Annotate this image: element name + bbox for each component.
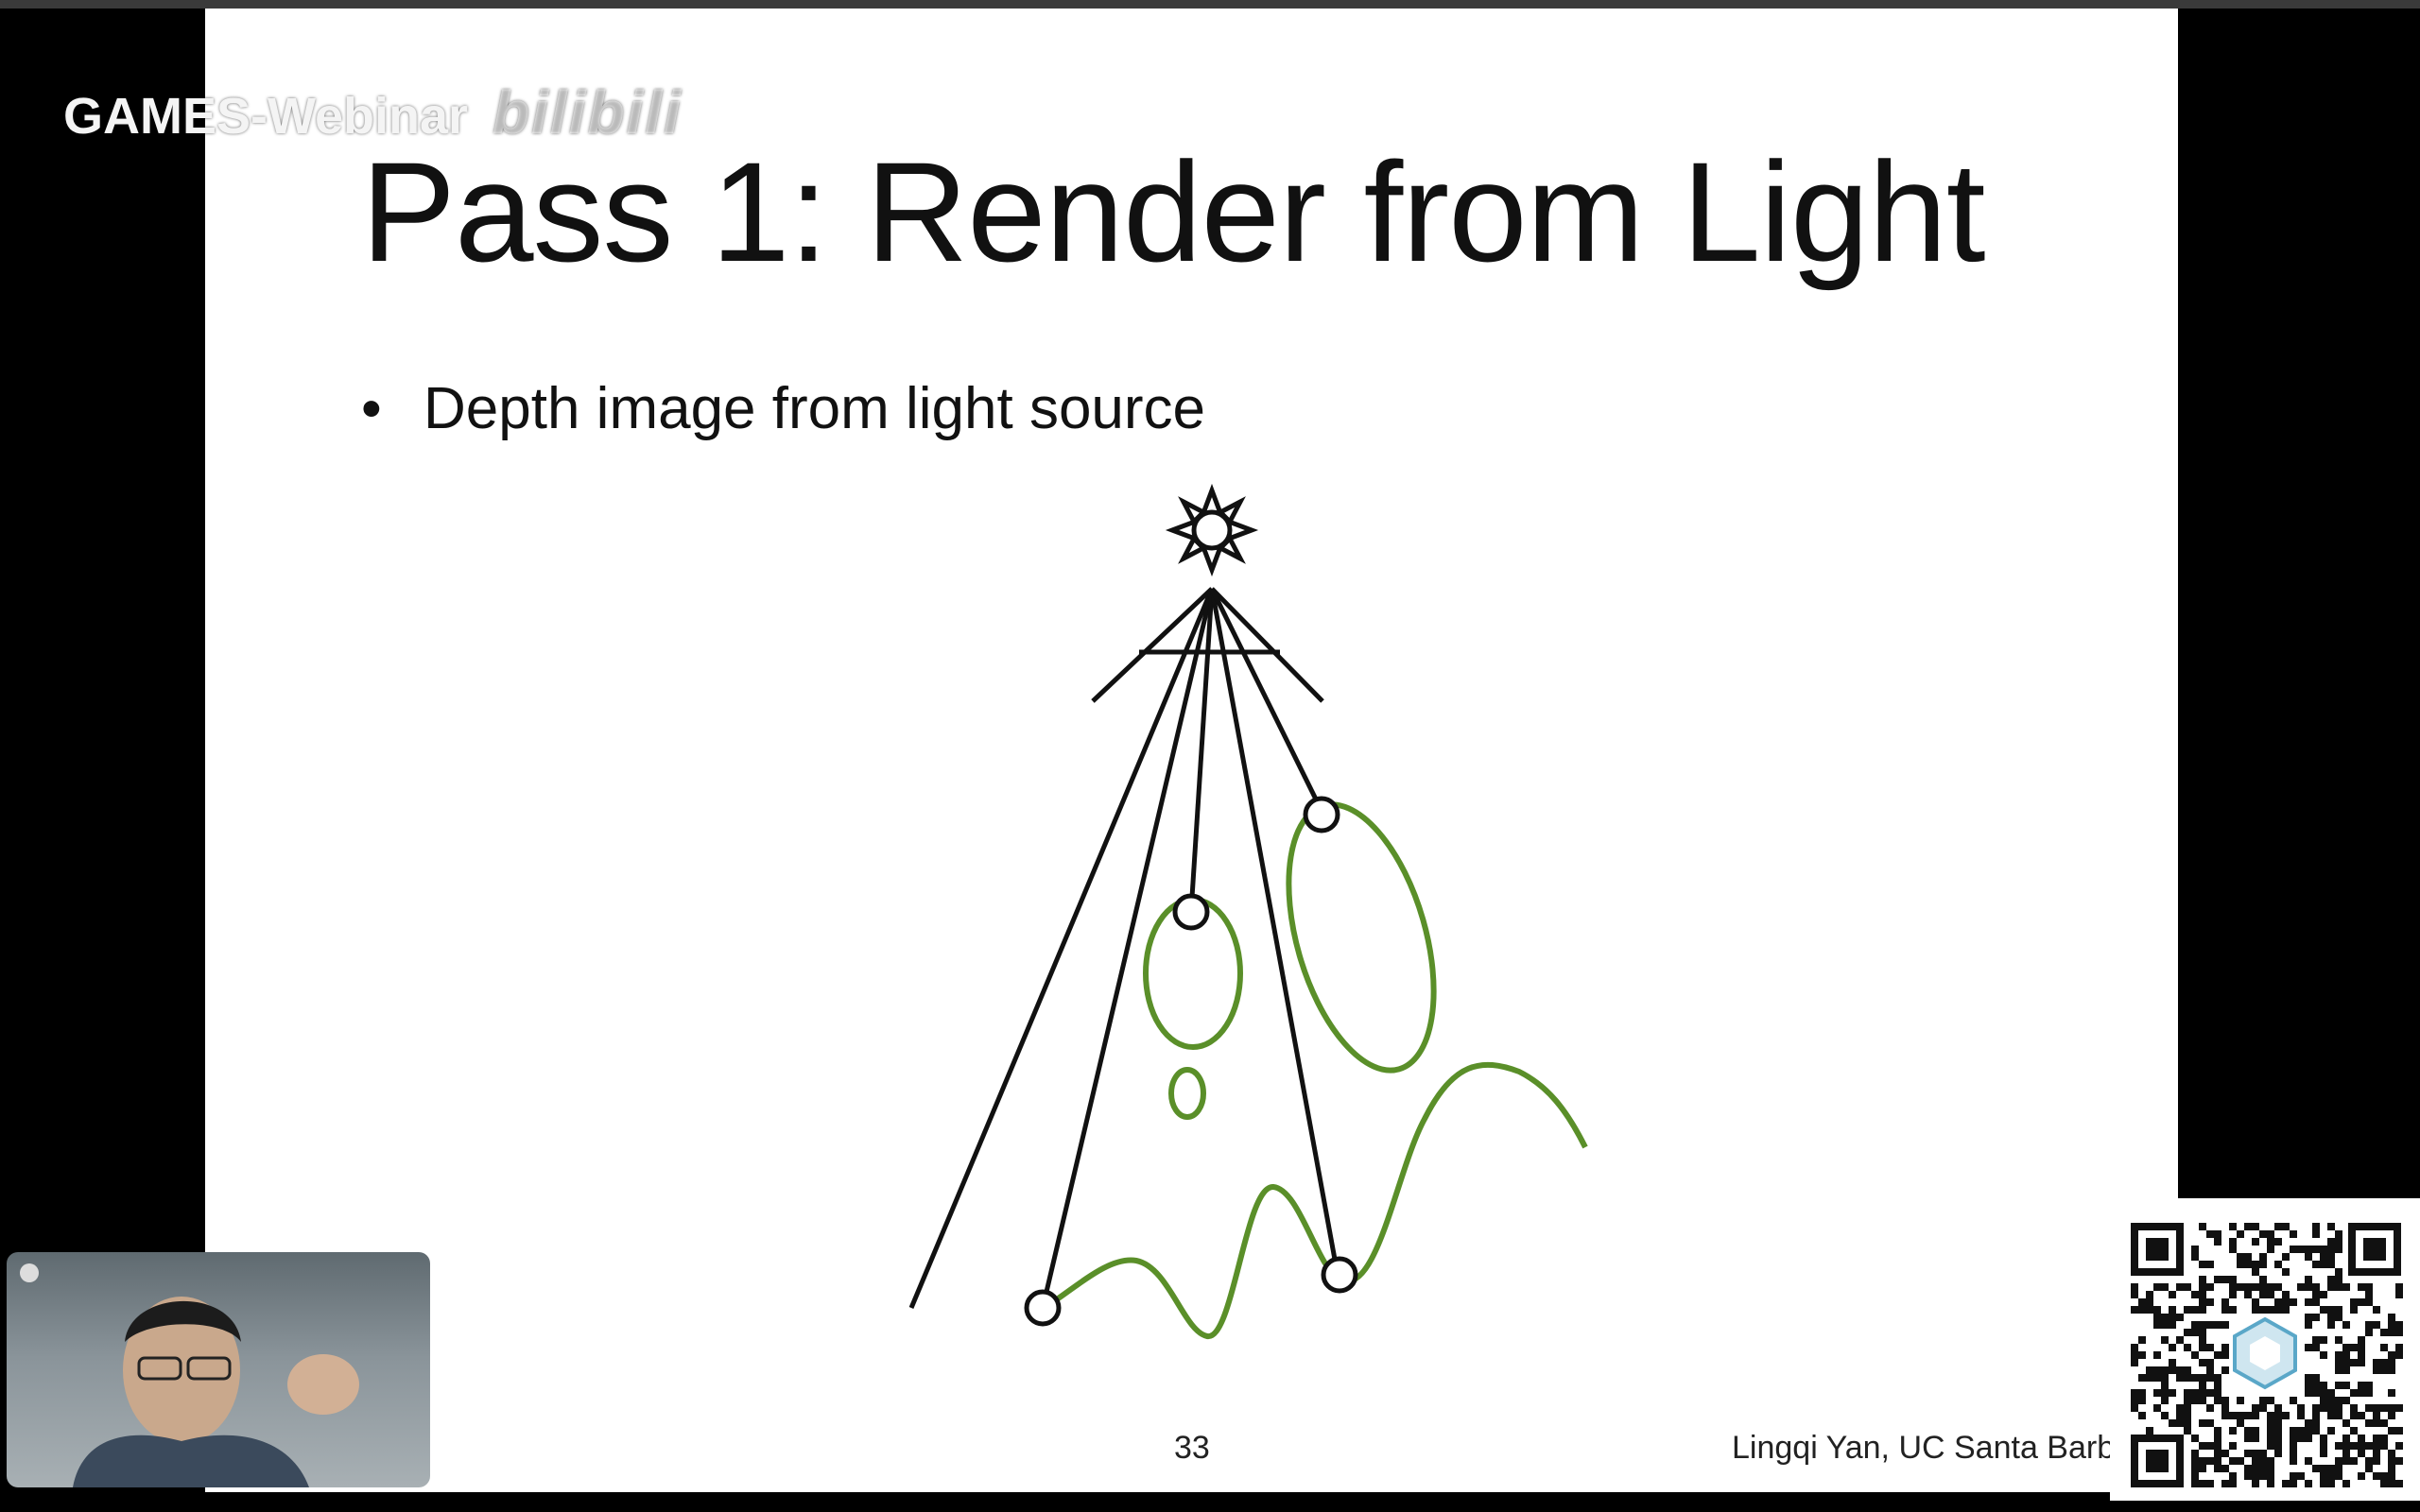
bilibili-logo-icon: bilibili	[493, 78, 683, 146]
stream-watermark: GAMES-Webinar bilibili	[63, 77, 683, 147]
sample-point	[1024, 1289, 1062, 1327]
sun-icon	[1165, 483, 1259, 577]
object-ellipse-large	[1286, 801, 1437, 1074]
presenter-silhouette	[73, 1297, 359, 1487]
window-top-bar	[0, 0, 2420, 9]
ray-line	[1040, 588, 1215, 1309]
watermark-text: GAMES-Webinar	[63, 88, 469, 145]
sample-point	[1172, 893, 1210, 931]
shadow-map-diagram	[908, 483, 1588, 1339]
qr-code-pattern	[2131, 1223, 2403, 1487]
light-rays	[908, 587, 1340, 1309]
scene-objects	[1041, 801, 1588, 1339]
sample-point	[1321, 1256, 1358, 1294]
presenter-webcam	[7, 1252, 430, 1487]
ground-curve	[1041, 1061, 1588, 1339]
sample-point	[1303, 796, 1340, 833]
slide-credit: Lingqi Yan, UC Santa Barba	[1732, 1430, 2134, 1466]
slide-number: 33	[1174, 1430, 1210, 1466]
ray-line	[908, 588, 1215, 1309]
object-blob	[1168, 1067, 1206, 1120]
qr-code-icon	[2110, 1198, 2420, 1501]
ray-line	[1209, 587, 1326, 816]
frustum-edge-left	[1091, 587, 1214, 703]
qr-center-logo-icon	[2233, 1316, 2297, 1390]
presentation-slide: Pass 1: Render from Light • Depth image f…	[205, 9, 2178, 1492]
webcam-indicator-icon	[20, 1263, 39, 1282]
